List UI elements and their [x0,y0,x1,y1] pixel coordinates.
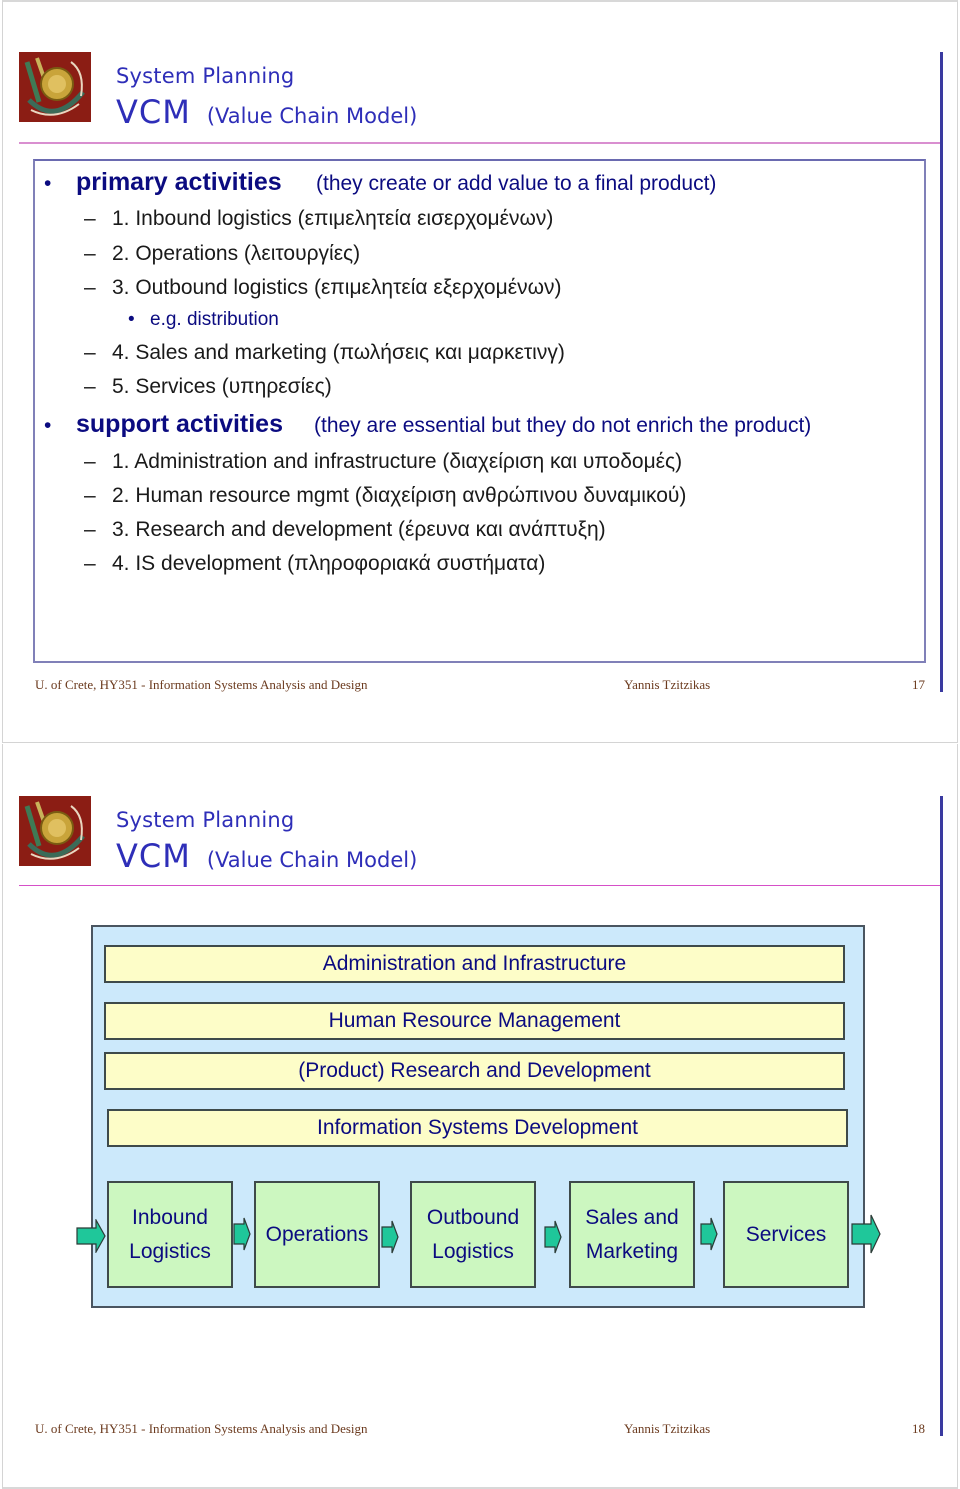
dash-marker: – [84,518,96,541]
flow-arrow-icon [851,1214,881,1254]
section-note: (they create or add value to a final pro… [316,172,717,195]
header-rule [19,142,943,144]
primary-activity-label: Services [745,1222,827,1246]
slide-subtitle: System Planning [116,808,295,832]
slide-subtitle: System Planning [116,64,295,88]
list-item-text: 4. IS development (πληροφοριακά συστήματ… [112,552,546,575]
support-activity-bar: Information Systems Development [107,1109,848,1147]
footer-course: U. of Crete, HY351 - Information Systems… [35,1421,368,1436]
flow-arrow-icon [76,1219,106,1253]
list-item-text: 5. Services (υπηρεσίες) [112,375,332,398]
list-item-text: 3. Research and development (έρευνα και … [112,518,606,541]
dash-marker: – [84,276,96,299]
flow-arrow-icon [381,1220,399,1254]
primary-activity-label: Sales and [585,1205,679,1229]
dash-marker: – [84,242,96,265]
title-expansion: (Value Chain Model) [206,104,418,128]
slide-title: VCM (Value Chain Model) [116,837,417,875]
section-note: (they are essential but they do not enri… [314,414,812,437]
primary-activity-label: Outbound [426,1205,520,1229]
bullet-icon: • [128,309,135,330]
header-rule [19,885,943,886]
university-logo-icon [19,52,91,122]
dash-marker: – [84,341,96,364]
list-item-text: e.g. distribution [150,309,279,330]
primary-activity-label: Inbound [132,1205,208,1229]
slide-title: VCM (Value Chain Model) [116,93,417,131]
title-acronym: VCM [116,837,191,875]
primary-activity-label: Logistics [432,1239,514,1263]
footer-author: Yannis Tzitzikas [624,1421,711,1436]
margin-rule [940,52,943,692]
support-activity-bar: Human Resource Management [104,1002,845,1040]
page-number: 17 [912,677,925,692]
list-item-text: 2. Human resource mgmt (διαχείριση ανθρώ… [112,484,687,507]
bullet-icon: • [44,414,52,437]
primary-activity-box: Operations [254,1181,380,1288]
flow-arrow-icon [544,1220,562,1254]
page-number: 18 [912,1421,925,1436]
dash-marker: – [84,484,96,507]
bullet-icon: • [44,172,52,195]
margin-rule [940,796,943,1436]
support-activity-bar: Administration and Infrastructure [104,945,845,983]
primary-activity-box: Inbound Logistics [107,1181,233,1288]
title-expansion: (Value Chain Model) [206,848,418,872]
primary-activity-label: Operations [265,1222,369,1246]
primary-activity-label: Marketing [585,1239,679,1263]
flow-arrow-icon [233,1217,251,1251]
primary-activity-box: Sales and Marketing [569,1181,695,1288]
list-item-text: 1. Inbound logistics (επιμελητεία εισερχ… [112,207,554,230]
list-item-text: 4. Sales and marketing (πωλήσεις και μαρ… [112,341,565,364]
dash-marker: – [84,450,96,473]
section-heading: primary activities [76,168,282,196]
list-item-text: 3. Outbound logistics (επιμελητεία εξερχ… [112,276,562,299]
footer-author: Yannis Tzitzikas [624,677,711,692]
dash-marker: – [84,552,96,575]
dash-marker: – [84,375,96,398]
support-activity-bar: (Product) Research and Development [104,1052,845,1090]
primary-activity-box: Outbound Logistics [410,1181,536,1288]
primary-activity-label: Logistics [129,1239,211,1263]
list-item-text: 1. Administration and infrastructure (δι… [112,450,683,473]
footer-course: U. of Crete, HY351 - Information Systems… [35,677,368,692]
flow-arrow-icon [700,1217,718,1251]
title-acronym: VCM [116,93,191,131]
university-logo-icon [19,796,91,866]
dash-marker: – [84,207,96,230]
primary-activity-box: Services [723,1181,849,1288]
list-item-text: 2. Operations (λειτουργίες) [112,242,361,265]
section-heading: support activities [76,410,283,438]
